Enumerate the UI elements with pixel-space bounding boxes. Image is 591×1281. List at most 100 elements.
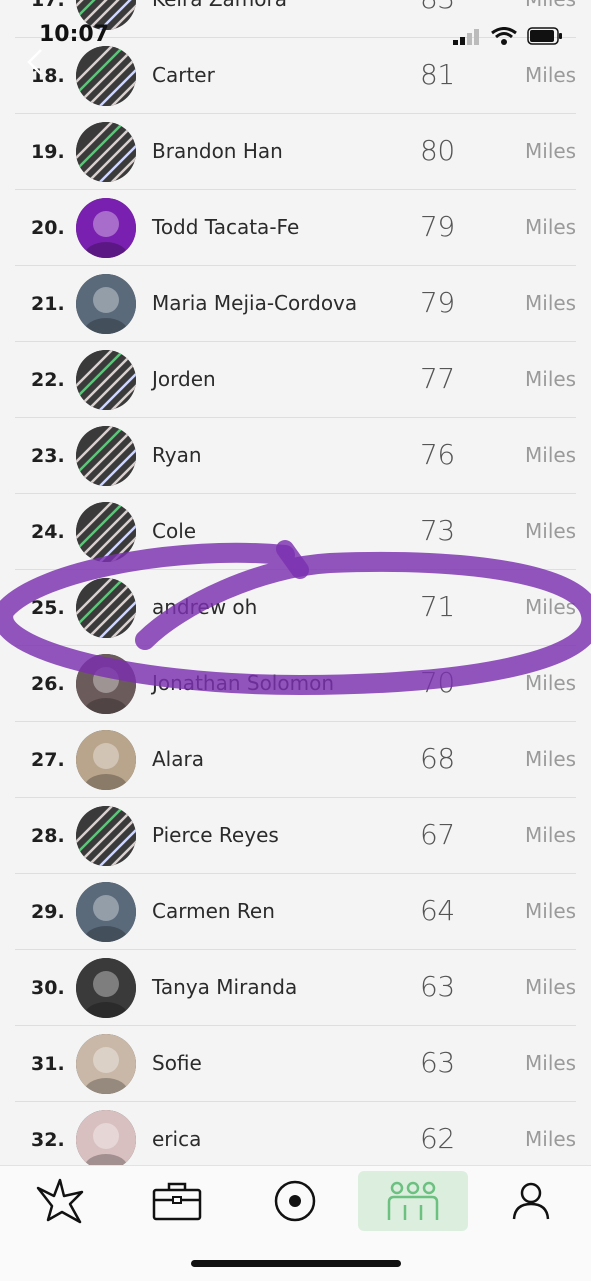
- participant-name: Tanya Miranda: [152, 975, 298, 999]
- miles-value: 79: [420, 286, 455, 319]
- miles-value: 77: [420, 362, 455, 395]
- miles-unit: Miles: [525, 595, 577, 619]
- rank-number: 26.: [31, 673, 65, 695]
- leaderboard-row[interactable]: 25. andrew oh 71 Miles: [15, 570, 576, 646]
- miles-value: 63: [420, 1046, 455, 1079]
- avatar[interactable]: [76, 654, 136, 714]
- miles-unit: Miles: [525, 0, 576, 11]
- avatar[interactable]: [76, 1034, 136, 1094]
- participant-name: Carmen Ren: [152, 899, 275, 923]
- avatar[interactable]: [76, 350, 136, 410]
- miles-value: 63: [420, 970, 455, 1003]
- record-icon: [274, 1180, 316, 1222]
- avatar[interactable]: [76, 730, 136, 790]
- leaderboard-row[interactable]: 31. Sofie 63 Miles: [15, 1026, 576, 1102]
- miles-value: 73: [420, 514, 455, 547]
- participant-name: Cole: [152, 519, 197, 543]
- leaderboard-row[interactable]: 18. Carter 81 Miles: [15, 38, 576, 114]
- miles-unit: Miles: [525, 291, 577, 315]
- leaderboard-row[interactable]: 28. Pierce Reyes 67 Miles: [15, 798, 576, 874]
- avatar[interactable]: [76, 274, 136, 334]
- participant-name: Keira Zamora: [152, 0, 287, 11]
- miles-unit: Miles: [525, 899, 577, 923]
- rank-number: 23.: [31, 445, 65, 467]
- leaderboard-list: 17.Keira Zamora83Miles18.Carter81Miles19…: [0, 0, 591, 1254]
- leaderboard-row[interactable]: 29. Carmen Ren 64 Miles: [15, 874, 576, 950]
- miles-value: 76: [420, 438, 455, 471]
- leaderboard-row[interactable]: 26. Jonathan Solomon 70 Miles: [15, 646, 576, 722]
- participant-name: Pierce Reyes: [152, 823, 279, 847]
- team-icon: [387, 1181, 439, 1220]
- leaderboard-row[interactable]: 20. Todd Tacata-Fe 79 Miles: [15, 190, 576, 266]
- tab-profile[interactable]: [476, 1171, 586, 1231]
- participant-name: Carter: [152, 63, 215, 87]
- miles-unit: Miles: [525, 671, 577, 695]
- miles-unit: Miles: [525, 443, 577, 467]
- avatar[interactable]: [76, 882, 136, 942]
- miles-value: 81: [420, 58, 455, 91]
- miles-value: 80: [420, 134, 455, 167]
- participant-name: Ryan: [152, 443, 202, 467]
- rank-number: 21.: [31, 293, 65, 315]
- avatar[interactable]: [76, 806, 136, 866]
- rank-number: 17.: [31, 0, 65, 11]
- participant-name: Brandon Han: [152, 139, 283, 163]
- miles-unit: Miles: [525, 215, 577, 239]
- rank-number: 18.: [31, 65, 65, 87]
- home-indicator: [191, 1260, 401, 1267]
- avatar[interactable]: [76, 502, 136, 562]
- miles-unit: Miles: [525, 823, 577, 847]
- leaderboard-row[interactable]: 19. Brandon Han 80 Miles: [15, 114, 576, 190]
- activity-burst-icon: [36, 1178, 84, 1224]
- miles-unit: Miles: [525, 139, 577, 163]
- leaderboard-row[interactable]: 30. Tanya Miranda 63 Miles: [15, 950, 576, 1026]
- avatar[interactable]: [76, 122, 136, 182]
- tab-activity[interactable]: [5, 1171, 115, 1231]
- miles-value: 68: [420, 742, 455, 775]
- rank-number: 29.: [31, 901, 65, 923]
- participant-name: Jonathan Solomon: [152, 671, 334, 695]
- profile-icon: [512, 1182, 550, 1220]
- leaderboard-row[interactable]: 27. Alara 68 Miles: [15, 722, 576, 798]
- rank-number: 22.: [31, 369, 65, 391]
- miles-value: 64: [420, 894, 455, 927]
- avatar[interactable]: [76, 578, 136, 638]
- rank-number: 25.: [31, 597, 65, 619]
- leaderboard-row[interactable]: 22. Jorden 77 Miles: [15, 342, 576, 418]
- leaderboard-row[interactable]: 24. Cole 73 Miles: [15, 494, 576, 570]
- avatar[interactable]: [76, 958, 136, 1018]
- miles-value: 83: [420, 0, 455, 15]
- miles-value: 79: [420, 210, 455, 243]
- miles-unit: Miles: [525, 1051, 577, 1075]
- leaderboard-row[interactable]: 21. Maria Mejia-Cordova 79 Miles: [15, 266, 576, 342]
- miles-value: 62: [420, 1122, 455, 1155]
- rank-number: 30.: [31, 977, 65, 999]
- miles-unit: Miles: [525, 367, 577, 391]
- avatar[interactable]: [76, 426, 136, 486]
- briefcase-icon: [152, 1182, 202, 1221]
- miles-value: 71: [420, 590, 455, 623]
- tab-team[interactable]: [358, 1171, 468, 1231]
- leaderboard-row[interactable]: 17. Keira Zamora 83 Miles: [15, 0, 576, 38]
- avatar[interactable]: [76, 1110, 136, 1170]
- tab-challenges[interactable]: [122, 1171, 232, 1231]
- avatar[interactable]: [76, 46, 136, 106]
- participant-name: Alara: [152, 747, 204, 771]
- avatar[interactable]: [76, 198, 136, 258]
- leaderboard-row[interactable]: 23. Ryan 76 Miles: [15, 418, 576, 494]
- miles-unit: Miles: [525, 519, 577, 543]
- miles-unit: Miles: [525, 1127, 577, 1151]
- miles-unit: Miles: [525, 63, 577, 87]
- miles-value: 67: [420, 818, 455, 851]
- rank-number: 31.: [31, 1053, 65, 1075]
- rank-number: 19.: [31, 141, 65, 163]
- rank-number: 27.: [31, 749, 65, 771]
- avatar[interactable]: [76, 0, 136, 30]
- participant-name: andrew oh: [152, 595, 258, 619]
- rank-number: 28.: [31, 825, 65, 847]
- tab-record[interactable]: [240, 1171, 350, 1231]
- miles-unit: Miles: [525, 747, 577, 771]
- participant-name: Sofie: [152, 1051, 202, 1075]
- miles-value: 70: [420, 666, 455, 699]
- rank-number: 20.: [31, 217, 65, 239]
